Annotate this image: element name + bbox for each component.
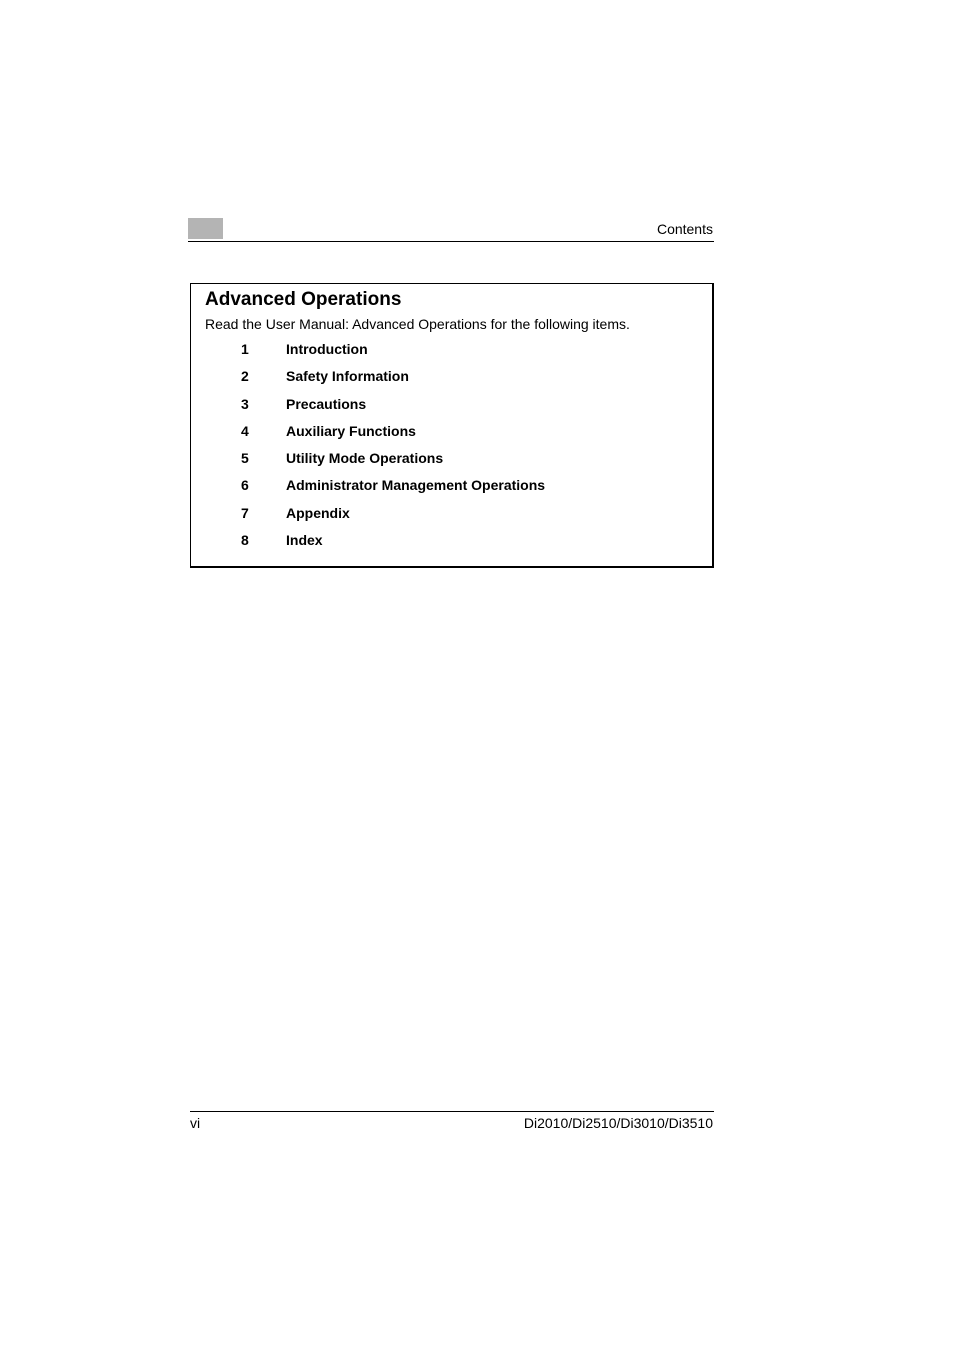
- toc-item-number: 7: [241, 505, 249, 521]
- toc-item-number: 4: [241, 423, 249, 439]
- toc-item-number: 5: [241, 450, 249, 466]
- footer-model-name: Di2010/Di2510/Di3010/Di3510: [523, 1115, 713, 1131]
- advanced-operations-box: Advanced Operations Read the User Manual…: [190, 283, 714, 568]
- header-rule: [188, 241, 714, 242]
- toc-item-number: 3: [241, 396, 249, 412]
- toc-item-number: 1: [241, 341, 249, 357]
- toc-item-label: Auxiliary Functions: [286, 423, 416, 439]
- toc-item-label: Introduction: [286, 341, 368, 357]
- footer-rule: [190, 1111, 714, 1112]
- toc-item-number: 6: [241, 477, 249, 493]
- toc-item-label: Appendix: [286, 505, 350, 521]
- toc-item-label: Administrator Management Operations: [286, 477, 546, 493]
- toc-item-label: Safety Information: [286, 368, 409, 384]
- toc-item-label: Utility Mode Operations: [286, 450, 444, 466]
- header-section-title: Contents: [656, 221, 713, 237]
- toc-item-label: Precautions: [286, 396, 367, 412]
- box-intro: Read the User Manual: Advanced Operation…: [205, 316, 630, 332]
- footer-page-number: vi: [190, 1115, 201, 1131]
- toc-item-number: 2: [241, 368, 249, 384]
- header-tab-marker: [188, 218, 223, 239]
- box-title: Advanced Operations: [205, 289, 402, 310]
- toc-item-label: Index: [286, 532, 323, 548]
- toc-item-number: 8: [241, 532, 249, 548]
